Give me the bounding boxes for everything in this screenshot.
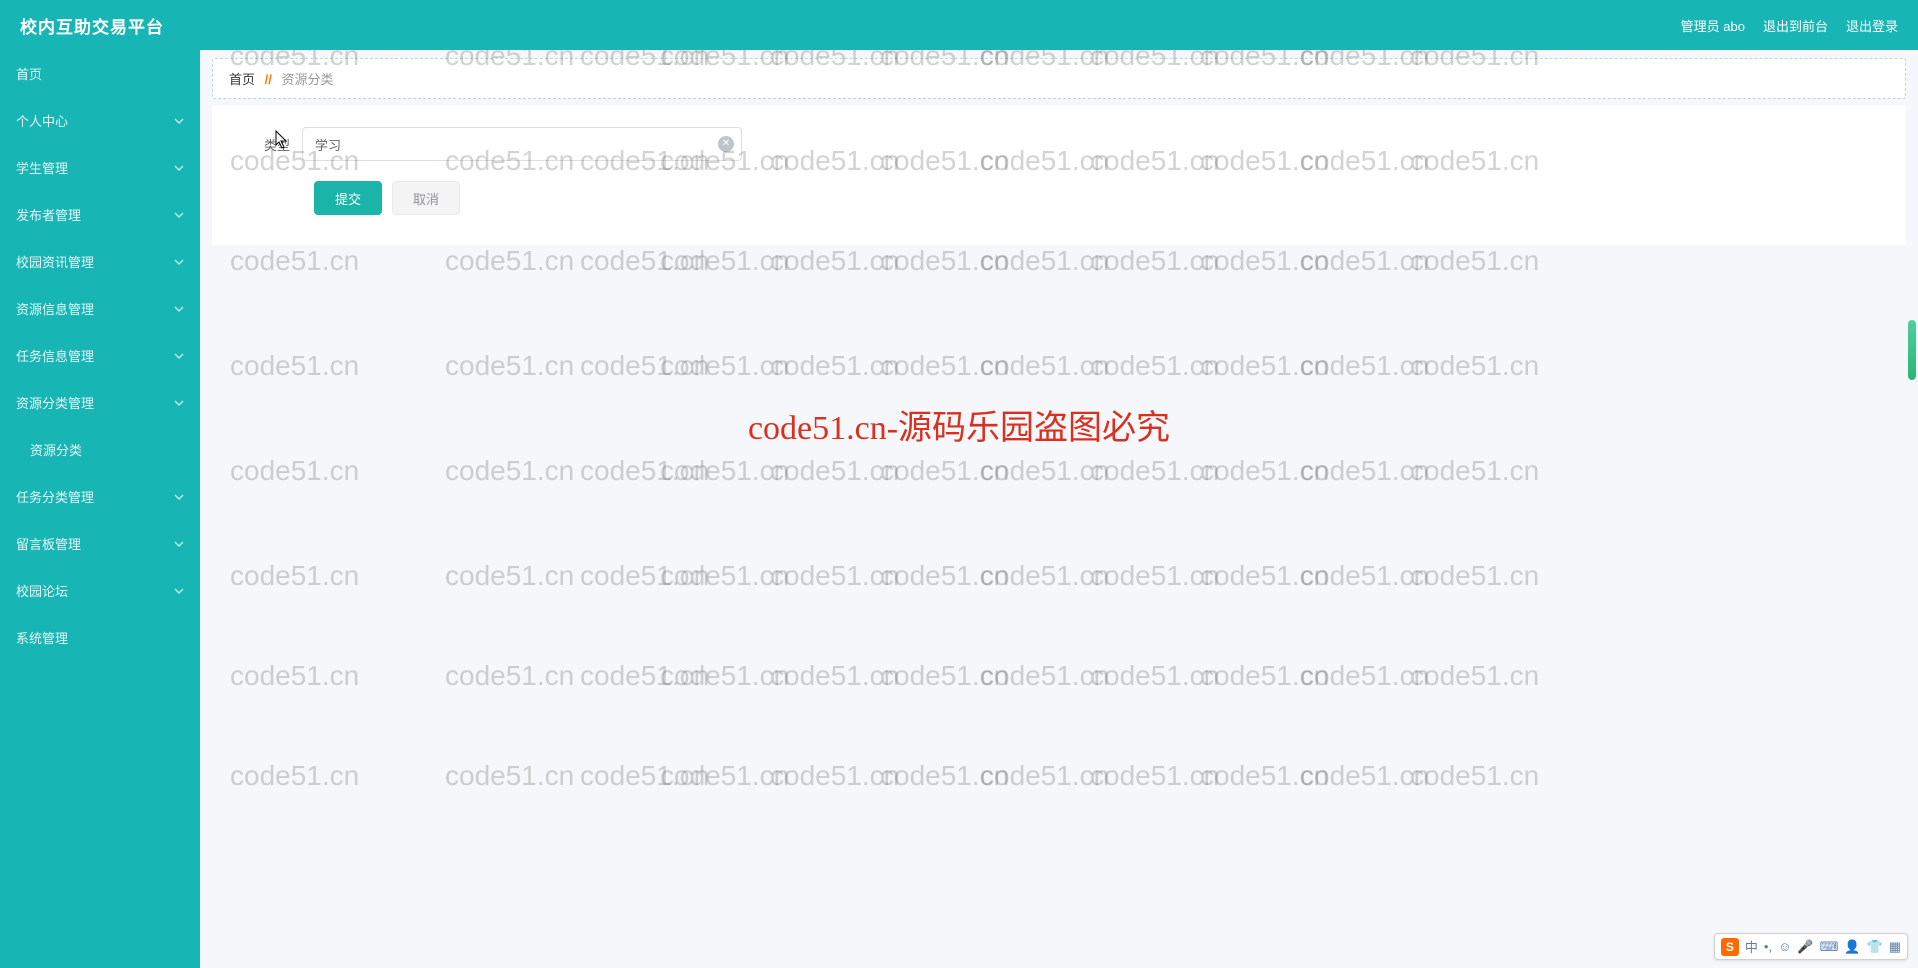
sidebar-item-resource-category-mgmt[interactable]: 资源分类管理	[0, 379, 200, 426]
clear-icon[interactable]: ✕	[718, 136, 734, 152]
sidebar-item-personal-center[interactable]: 个人中心	[0, 97, 200, 144]
sidebar-item-publisher-mgmt[interactable]: 发布者管理	[0, 191, 200, 238]
chevron-down-icon	[174, 539, 184, 549]
sidebar-item-label: 校园论坛	[16, 581, 68, 600]
form-panel: 类型 ✕ 提交 取消	[212, 105, 1906, 245]
form-row-type: 类型 ✕	[242, 127, 1876, 161]
chevron-down-icon	[174, 351, 184, 361]
sidebar-item-message-board-mgmt[interactable]: 留言板管理	[0, 520, 200, 567]
ime-logo-icon[interactable]: S	[1721, 938, 1739, 956]
breadcrumb-current: 资源分类	[282, 72, 334, 87]
sidebar-item-label: 资源信息管理	[16, 299, 94, 318]
sidebar-item-label: 发布者管理	[16, 205, 81, 224]
ime-lang-toggle[interactable]: 中	[1745, 937, 1758, 956]
ime-emoji-icon[interactable]: ☺	[1778, 939, 1791, 954]
sidebar-item-task-info-mgmt[interactable]: 任务信息管理	[0, 332, 200, 379]
ime-keyboard-icon[interactable]: ⌨	[1820, 939, 1839, 955]
chevron-down-icon	[174, 492, 184, 502]
ime-punct-icon[interactable]: •,	[1764, 939, 1772, 954]
sidebar-item-label: 任务分类管理	[16, 487, 94, 506]
sidebar-item-label: 个人中心	[16, 111, 68, 130]
sidebar: 首页 个人中心 学生管理 发布者管理 校园资讯管理 资源信息管理 任务信息管理 …	[0, 50, 200, 968]
sidebar-item-home[interactable]: 首页	[0, 50, 200, 97]
sidebar-item-campus-news-mgmt[interactable]: 校园资讯管理	[0, 238, 200, 285]
cancel-button[interactable]: 取消	[392, 181, 460, 215]
exit-to-front-link[interactable]: 退出到前台	[1763, 16, 1828, 35]
sidebar-item-label: 系统管理	[16, 628, 68, 647]
sidebar-item-label: 学生管理	[16, 158, 68, 177]
chevron-down-icon	[174, 586, 184, 596]
chevron-down-icon	[174, 304, 184, 314]
breadcrumb-home[interactable]: 首页	[229, 72, 255, 87]
top-header: 校内互助交易平台 管理员 abo 退出到前台 退出登录	[0, 0, 1918, 50]
ime-person-icon[interactable]: 👤	[1844, 939, 1860, 955]
breadcrumb-separator: //	[265, 72, 272, 87]
sidebar-item-label: 校园资讯管理	[16, 252, 94, 271]
sidebar-item-task-category-mgmt[interactable]: 任务分类管理	[0, 473, 200, 520]
chevron-down-icon	[174, 163, 184, 173]
sidebar-item-label: 资源分类管理	[16, 393, 94, 412]
type-input-wrap: ✕	[302, 127, 742, 161]
sidebar-item-system-mgmt[interactable]: 系统管理	[0, 614, 200, 661]
logout-link[interactable]: 退出登录	[1846, 16, 1898, 35]
ime-mic-icon[interactable]: 🎤	[1797, 939, 1813, 955]
type-label: 类型	[242, 135, 302, 154]
chevron-down-icon	[174, 398, 184, 408]
sidebar-item-label: 首页	[16, 64, 42, 83]
sidebar-item-label: 任务信息管理	[16, 346, 94, 365]
chevron-down-icon	[174, 116, 184, 126]
ime-grid-icon[interactable]: ▦	[1889, 939, 1901, 955]
breadcrumb: 首页 // 资源分类	[212, 58, 1906, 99]
admin-user-link[interactable]: 管理员 abo	[1681, 16, 1745, 35]
chevron-down-icon	[174, 257, 184, 267]
scroll-indicator[interactable]	[1908, 320, 1916, 380]
type-input[interactable]	[302, 127, 742, 161]
main-content: 首页 // 资源分类 类型 ✕ 提交 取消	[200, 50, 1918, 968]
submit-button[interactable]: 提交	[314, 181, 382, 215]
ime-toolbar: S 中 •, ☺ 🎤 ⌨ 👤 👕 ▦	[1714, 933, 1908, 960]
app-title: 校内互助交易平台	[20, 13, 164, 38]
sidebar-item-label: 留言板管理	[16, 534, 81, 553]
form-buttons: 提交 取消	[314, 181, 1876, 215]
sidebar-item-label: 资源分类	[30, 443, 82, 458]
sidebar-item-campus-forum[interactable]: 校园论坛	[0, 567, 200, 614]
header-right: 管理员 abo 退出到前台 退出登录	[1681, 16, 1898, 35]
chevron-down-icon	[174, 210, 184, 220]
sidebar-subitem-resource-category[interactable]: 资源分类	[0, 426, 200, 473]
ime-skin-icon[interactable]: 👕	[1867, 939, 1883, 955]
sidebar-item-student-mgmt[interactable]: 学生管理	[0, 144, 200, 191]
sidebar-item-resource-info-mgmt[interactable]: 资源信息管理	[0, 285, 200, 332]
